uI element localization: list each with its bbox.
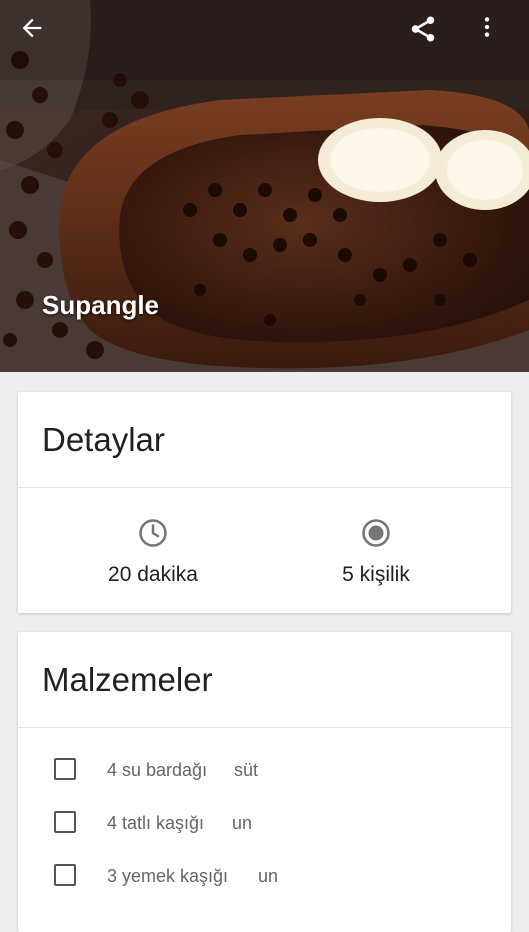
recipe-title: Supangle	[42, 290, 160, 320]
clock-icon	[139, 519, 167, 547]
ingredient-checkbox[interactable]	[54, 758, 76, 780]
ingredient-item: 4 tatlı kaşığı un	[18, 801, 511, 854]
ingredient-amount: 4 su bardağı	[107, 760, 208, 780]
ingredient-item: 3 yemek kaşığı un	[18, 854, 511, 907]
more-vert-icon	[484, 17, 490, 37]
ingredient-name: süt	[234, 760, 259, 780]
servings-text: 5 kişilik	[342, 563, 410, 586]
time-text: 20 dakika	[108, 563, 198, 586]
arrow-back-icon	[22, 18, 42, 38]
ingredients-card: Malzemeler 4 su bardağı süt 4 tatlı kaşı…	[18, 632, 511, 932]
ingredient-item: 4 su bardağı süt	[18, 748, 511, 801]
ingredient-amount: 3 yemek kaşığı	[107, 866, 229, 886]
recipe-hero-image: Supangle	[0, 0, 529, 372]
ingredient-checkbox[interactable]	[54, 864, 76, 886]
ingredient-name: un	[232, 813, 253, 833]
share-icon	[411, 16, 435, 42]
details-row: 20 dakika 5 kişilik	[18, 488, 511, 614]
radio-icon	[362, 519, 390, 547]
ingredient-name: un	[258, 866, 279, 886]
back-button[interactable]	[18, 14, 62, 58]
ingredient-checkbox[interactable]	[54, 811, 76, 833]
ingredients-list: 4 su bardağı süt 4 tatlı kaşığı un 3 yem…	[18, 728, 511, 907]
more-options-button[interactable]	[474, 14, 518, 58]
ingredient-amount: 4 tatlı kaşığı	[107, 813, 205, 833]
details-card: Detaylar 20 dakika 5 kişilik	[18, 392, 511, 613]
details-title: Detaylar	[18, 392, 511, 488]
ingredients-title: Malzemeler	[18, 632, 511, 728]
share-button[interactable]	[408, 14, 452, 58]
